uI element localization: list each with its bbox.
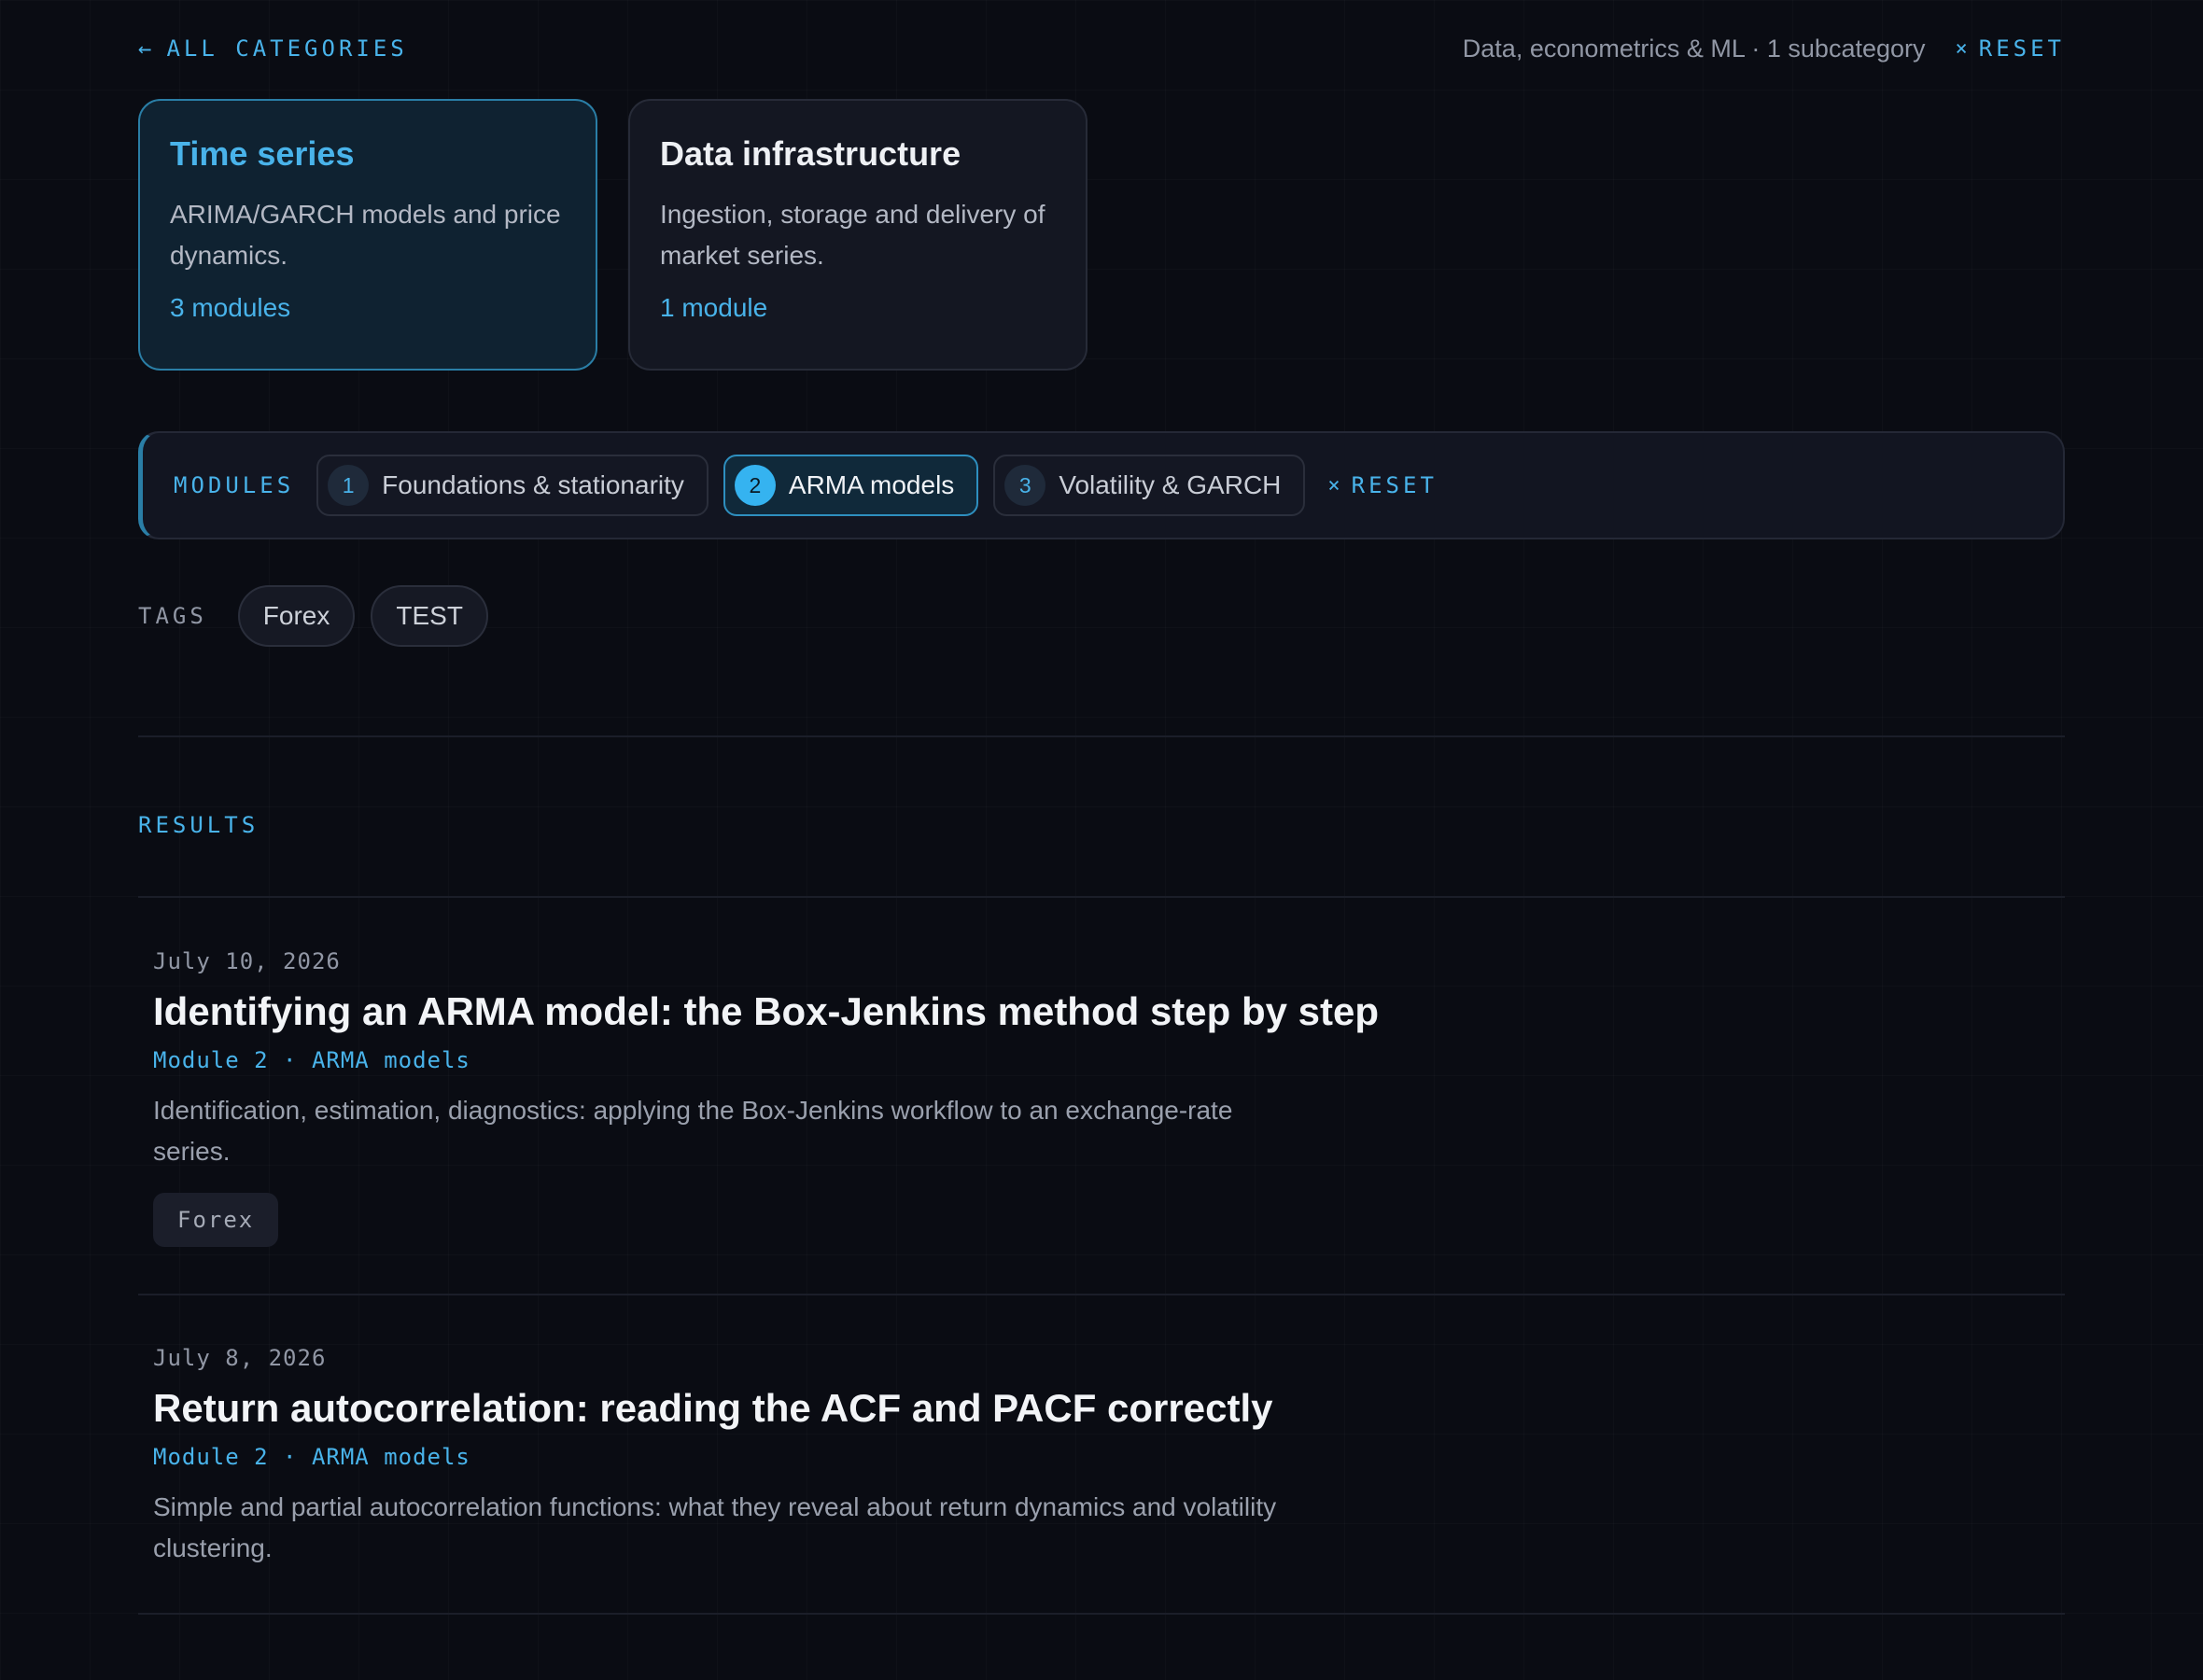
card-description: ARIMA/GARCH models and price dynamics.	[170, 200, 561, 270]
module-name: Foundations & stationarity	[382, 470, 684, 499]
card-module-count: 3 modules	[170, 293, 291, 322]
category-summary: Data, econometrics & ML · 1 subcategory	[1462, 34, 1926, 63]
close-icon: ×	[1327, 473, 1340, 497]
category-card-time-series[interactable]: Time series ARIMA/GARCH models and price…	[138, 99, 597, 371]
module-name: Volatility & GARCH	[1059, 470, 1282, 499]
result-date: July 8, 2026	[153, 1345, 327, 1371]
tags-label: TAGS	[138, 603, 207, 629]
result-item: July 10, 2026 Identifying an ARMA model:…	[153, 948, 2048, 1247]
reset-all-label: RESET	[1978, 35, 2065, 62]
module-name: ARMA models	[788, 470, 955, 499]
result-module-meta: Module 2 · ARMA models	[153, 1047, 470, 1073]
module-pill-2[interactable]: 2 ARMA models	[723, 455, 979, 516]
result-module-meta: Module 2 · ARMA models	[153, 1444, 470, 1470]
modules-reset-button[interactable]: × RESET	[1327, 472, 1438, 498]
card-module-count: 1 module	[660, 293, 768, 322]
divider	[138, 1294, 2065, 1295]
divider	[138, 896, 2065, 898]
modules-reset-label: RESET	[1351, 472, 1438, 498]
card-title: Time series	[170, 134, 355, 173]
result-item: July 8, 2026 Return autocorrelation: rea…	[153, 1345, 2048, 1569]
result-date: July 10, 2026	[153, 948, 341, 974]
reset-all-button[interactable]: × RESET	[1956, 35, 2066, 62]
divider	[138, 1613, 2065, 1615]
module-pill-1[interactable]: 1 Foundations & stationarity	[316, 455, 709, 516]
tags-filter: TAGS Forex TEST	[138, 585, 488, 647]
result-tag-forex[interactable]: Forex	[153, 1193, 279, 1247]
result-title-link[interactable]: Identifying an ARMA model: the Box-Jenki…	[153, 989, 2048, 1034]
tag-pill-forex[interactable]: Forex	[237, 585, 356, 647]
category-card-data-infrastructure[interactable]: Data infrastructure Ingestion, storage a…	[628, 99, 1087, 371]
top-bar: ← ALL CATEGORIES Data, econometrics & ML…	[138, 32, 2065, 65]
card-title: Data infrastructure	[660, 134, 961, 173]
results-heading: RESULTS	[138, 812, 260, 838]
modules-label: MODULES	[174, 472, 295, 498]
card-description: Ingestion, storage and delivery of marke…	[660, 200, 1045, 270]
subcategory-cards: Time series ARIMA/GARCH models and price…	[138, 99, 1087, 371]
result-excerpt: Identification, estimation, diagnostics:…	[153, 1096, 1233, 1166]
close-icon: ×	[1955, 36, 1968, 61]
module-pill-3[interactable]: 3 Volatility & GARCH	[993, 455, 1306, 516]
tag-pill-test[interactable]: TEST	[371, 585, 488, 647]
all-categories-label: ALL CATEGORIES	[166, 35, 408, 62]
module-number: 3	[1004, 465, 1046, 506]
all-categories-link[interactable]: ← ALL CATEGORIES	[138, 35, 408, 62]
top-right-group: Data, econometrics & ML · 1 subcategory …	[1463, 35, 2065, 63]
result-excerpt: Simple and partial autocorrelation funct…	[153, 1492, 1277, 1562]
modules-filter-bar: MODULES 1 Foundations & stationarity 2 A…	[138, 431, 2065, 539]
module-number: 2	[734, 465, 776, 506]
arrow-left-icon: ←	[138, 35, 156, 62]
module-number: 1	[328, 465, 370, 506]
result-title-link[interactable]: Return autocorrelation: reading the ACF …	[153, 1386, 2048, 1431]
page: ← ALL CATEGORIES Data, econometrics & ML…	[0, 0, 2203, 1680]
divider	[138, 735, 2065, 737]
